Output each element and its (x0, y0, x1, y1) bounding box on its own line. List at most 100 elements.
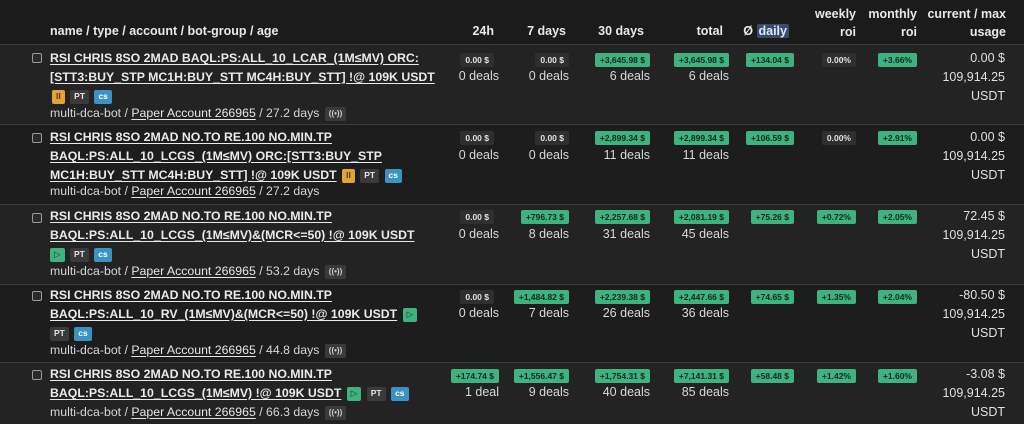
table-row: RSI CHRIS 8SO 2MAD BAQL:PS:ALL_10_LCAR_(… (0, 44, 1024, 124)
bot-name-line1: RSI CHRIS 8SO 2MAD NO.TO RE.100 NO.MIN.T… (50, 130, 332, 144)
pnl-total: +2,899.34 $ (673, 131, 729, 145)
bot-meta: multi-dca-bot / Paper Account 266965 / 6… (50, 403, 347, 421)
deals-7d: 0 deals (528, 69, 569, 83)
deals-30d: 26 deals (602, 306, 650, 320)
bot-group: multi-dca-bot (50, 106, 122, 120)
row-checkbox[interactable] (32, 213, 42, 223)
header-daily-label: daily (756, 24, 789, 38)
usage: 0.00 $ 109,914.25 USDT (942, 128, 1005, 185)
cs-badge[interactable]: cs (94, 247, 112, 262)
deals-total: 85 deals (681, 385, 729, 399)
pnl-7d: +796.73 $ (520, 210, 569, 224)
row-checkbox[interactable] (32, 53, 42, 63)
bot-group: multi-dca-bot (50, 184, 122, 198)
bot-name-line2: BAQL:PS:ALL_10_LCGS_(1M≤MV)&(MCR<=50) !@… (50, 228, 415, 242)
pause-icon[interactable]: II (52, 89, 65, 104)
usage-max: 109,914.25 (942, 228, 1005, 242)
account-link[interactable]: Paper Account 266965 (131, 343, 255, 357)
deals-24h: 0 deals (458, 69, 499, 83)
bot-name: RSI CHRIS 8SO 2MAD NO.TO RE.100 NO.MIN.T… (50, 286, 445, 343)
deals-24h: 0 deals (458, 227, 499, 241)
cs-badge[interactable]: cs (74, 326, 92, 341)
roi-weekly: 0.00% (821, 53, 856, 67)
play-icon[interactable]: ▷ (50, 247, 65, 262)
cs-badge[interactable]: cs (391, 386, 409, 401)
header-usage[interactable]: current / max usage (920, 5, 1006, 41)
bot-name-line3: MC1H:BUY_STT MC4H:BUY_STT] !@ 109K USDT (50, 168, 337, 182)
usage-unit: USDT (970, 405, 1005, 419)
account-link[interactable]: Paper Account 266965 (131, 264, 255, 278)
header-weekly[interactable]: weekly roi (800, 5, 856, 41)
deals-total: 45 deals (681, 227, 729, 241)
pnl-daily: +134.04 $ (745, 53, 794, 67)
bot-name-line2: [STT3:BUY_STP MC1H:BUY_STT MC4H:BUY_STT]… (50, 70, 435, 84)
usage: 0.00 $ 109,914.25 USDT (942, 49, 1005, 106)
header-weekly-line2: roi (840, 25, 856, 39)
paper-trading-badge: PT (69, 247, 89, 262)
roi-weekly: +0.72% (816, 210, 856, 224)
deals-total: 6 deals (688, 69, 729, 83)
cs-badge[interactable]: cs (384, 168, 402, 183)
header-daily-prefix: Ø (743, 24, 754, 38)
bot-meta: multi-dca-bot / Paper Account 266965 / 5… (50, 262, 347, 280)
meta-separator: / (124, 405, 128, 419)
header-weekly-line1: weekly (814, 7, 856, 21)
bot-name-link[interactable]: RSI CHRIS 8SO 2MAD NO.TO RE.100 NO.MIN.T… (50, 130, 382, 182)
pnl-30d: +3,645.98 $ (594, 53, 650, 67)
pause-icon[interactable]: II (342, 168, 355, 183)
play-icon[interactable]: ▷ (346, 386, 362, 401)
table-row: RSI CHRIS 8SO 2MAD NO.TO RE.100 NO.MIN.T… (0, 362, 1024, 424)
bot-name-link[interactable]: RSI CHRIS 8SO 2MAD NO.TO RE.100 NO.MIN.T… (50, 288, 397, 321)
account-link[interactable]: Paper Account 266965 (131, 184, 255, 198)
row-checkbox[interactable] (32, 370, 42, 380)
paper-trading-badge: PT (366, 386, 386, 401)
pnl-30d: +2,257.68 $ (594, 210, 650, 224)
header-total[interactable]: total (660, 22, 723, 40)
pnl-24h: 0.00 $ (460, 131, 494, 145)
cs-badge[interactable]: cs (94, 89, 112, 104)
header-30days[interactable]: 30 days (570, 22, 644, 40)
deals-30d: 6 deals (609, 69, 650, 83)
table-header: name / type / account / bot-group / age … (0, 0, 1024, 44)
bot-group: multi-dca-bot (50, 343, 122, 357)
pnl-total: +2,447.66 $ (673, 290, 729, 304)
bot-group: multi-dca-bot (50, 405, 122, 419)
header-7days[interactable]: 7 days (500, 22, 566, 40)
bot-age: / 53.2 days (259, 264, 320, 278)
header-usage-line2: usage (969, 25, 1006, 39)
pnl-total: +7,141.31 $ (673, 369, 729, 383)
header-daily[interactable]: Ø daily (735, 22, 789, 40)
bot-name-line1: RSI CHRIS 8SO 2MAD NO.TO RE.100 NO.MIN.T… (50, 209, 332, 223)
pnl-daily: +74.65 $ (750, 290, 794, 304)
account-link[interactable]: Paper Account 266965 (131, 106, 255, 120)
header-24h[interactable]: 24h (440, 22, 494, 40)
pnl-daily: +75.26 $ (750, 210, 794, 224)
header-monthly[interactable]: monthly roi (858, 5, 917, 41)
roi-monthly: +2.91% (877, 131, 917, 145)
bot-name-link[interactable]: RSI CHRIS 8SO 2MAD NO.TO RE.100 NO.MIN.T… (50, 209, 414, 242)
usage-max: 109,914.25 (942, 70, 1005, 84)
account-link[interactable]: Paper Account 266965 (131, 405, 255, 419)
usage-unit: USDT (970, 326, 1005, 340)
bot-name-link[interactable]: RSI CHRIS 8SO 2MAD NO.TO RE.100 NO.MIN.T… (50, 367, 341, 400)
row-checkbox[interactable] (32, 291, 42, 301)
pnl-7d: 0.00 $ (535, 131, 569, 145)
header-usage-line1: current / max (927, 7, 1006, 21)
pnl-30d: +2,899.34 $ (594, 131, 650, 145)
bot-group: multi-dca-bot (50, 264, 122, 278)
deals-30d: 31 deals (602, 227, 650, 241)
usage-max: 109,914.25 (942, 149, 1005, 163)
table-row: RSI CHRIS 8SO 2MAD NO.TO RE.100 NO.MIN.T… (0, 124, 1024, 204)
roi-monthly: +1.60% (877, 369, 917, 383)
bot-name-link[interactable]: RSI CHRIS 8SO 2MAD BAQL:PS:ALL_10_LCAR_(… (50, 51, 435, 84)
play-icon[interactable]: ▷ (402, 307, 418, 322)
meta-separator: / (124, 106, 128, 120)
roi-weekly: 0.00% (821, 131, 856, 145)
row-checkbox[interactable] (32, 133, 42, 143)
paper-trading-badge: PT (360, 168, 380, 183)
bot-name-line1: RSI CHRIS 8SO 2MAD NO.TO RE.100 NO.MIN.T… (50, 367, 332, 381)
pnl-total: +3,645.98 $ (673, 53, 729, 67)
bot-name-line2: BAQL:PS:ALL_10_LCGS_(1M≤MV) ORC:[STT3:BU… (50, 149, 382, 163)
header-name[interactable]: name / type / account / bot-group / age (50, 22, 279, 40)
usage-unit: USDT (970, 89, 1005, 103)
